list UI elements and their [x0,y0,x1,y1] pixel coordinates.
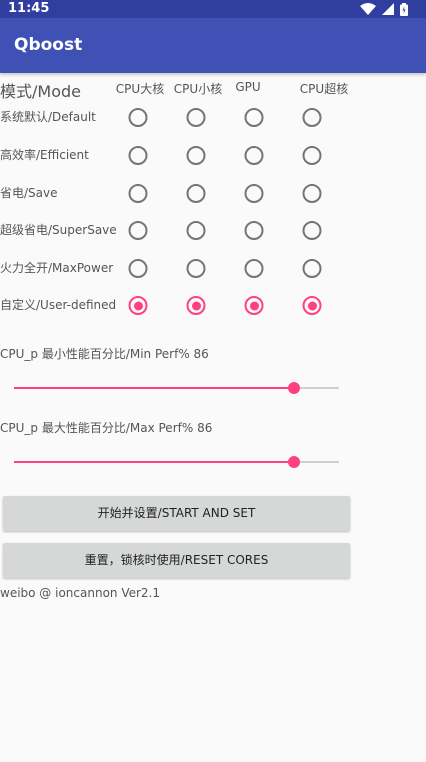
slider-track-fill [14,387,294,389]
radio-cpu-big[interactable] [128,221,148,240]
radio-cpu-big[interactable] [128,184,148,203]
reset-cores-button[interactable]: 重置，锁核时使用/RESET CORES [3,543,350,578]
slider-thumb[interactable] [287,382,300,394]
radio-cpu-little[interactable] [186,221,206,240]
radio-cpu-super[interactable] [302,108,322,127]
radio-cpu-little[interactable] [186,184,206,203]
mode-table-header: 模式/Mode CPU大核 CPU小核 GPU CPU超核 [0,78,426,101]
radio-cpu-big[interactable] [128,108,148,127]
mode-row-label: 自定义/User-defined [0,298,117,312]
mode-row-label: 系统默认/Default [0,110,96,124]
mode-row: 自定义/User-defined [0,292,426,318]
slider-thumb[interactable] [287,456,300,468]
radio-cpu-little[interactable] [186,146,206,165]
radio-cpu-super[interactable] [302,259,322,278]
signal-icon [382,3,394,15]
radio-cpu-super[interactable] [302,296,322,315]
min-perf-slider[interactable] [14,378,339,398]
mode-row-label: 高效率/Efficient [0,148,89,162]
status-time: 11:45 [8,1,50,16]
mode-row-label: 火力全开/MaxPower [0,261,114,275]
mode-row: 超级省电/SuperSave [0,217,426,243]
max-perf-slider[interactable] [14,452,339,472]
radio-cpu-super[interactable] [302,146,322,165]
column-header-cpu-little: CPU小核 [173,82,223,96]
radio-gpu[interactable] [244,184,264,203]
slider-track-fill [14,461,294,463]
mode-header: 模式/Mode [0,82,81,101]
radio-gpu[interactable] [244,296,264,315]
radio-cpu-super[interactable] [302,221,322,240]
radio-cpu-super[interactable] [302,184,322,203]
mode-row: 系统默认/Default [0,104,426,130]
app-title: Qboost [14,35,83,55]
radio-cpu-big[interactable] [128,296,148,315]
radio-gpu[interactable] [244,259,264,278]
max-perf-label: CPU_p 最大性能百分比/Max Perf% 86 [0,421,213,435]
radio-cpu-little[interactable] [186,296,206,315]
mode-row: 省电/Save [0,180,426,206]
mode-row-label: 省电/Save [0,186,58,200]
app-bar: Qboost [0,18,426,73]
start-and-set-button[interactable]: 开始并设置/START AND SET [3,496,350,531]
radio-cpu-little[interactable] [186,108,206,127]
status-icons [360,2,408,16]
radio-gpu[interactable] [244,221,264,240]
radio-cpu-little[interactable] [186,259,206,278]
status-bar: 11:45 [0,0,426,18]
radio-cpu-big[interactable] [128,259,148,278]
min-perf-label: CPU_p 最小性能百分比/Min Perf% 86 [0,347,209,361]
battery-icon [400,2,408,16]
radio-gpu[interactable] [244,146,264,165]
column-header-gpu: GPU [235,80,261,94]
footer-credit: weibo @ ioncannon Ver2.1 [0,586,161,600]
wifi-icon [360,3,376,15]
mode-row: 火力全开/MaxPower [0,255,426,281]
column-header-cpu-super: CPU超核 [299,82,349,96]
mode-row: 高效率/Efficient [0,142,426,168]
mode-row-label: 超级省电/SuperSave [0,223,117,237]
radio-cpu-big[interactable] [128,146,148,165]
radio-gpu[interactable] [244,108,264,127]
column-header-cpu-big: CPU大核 [115,82,165,96]
